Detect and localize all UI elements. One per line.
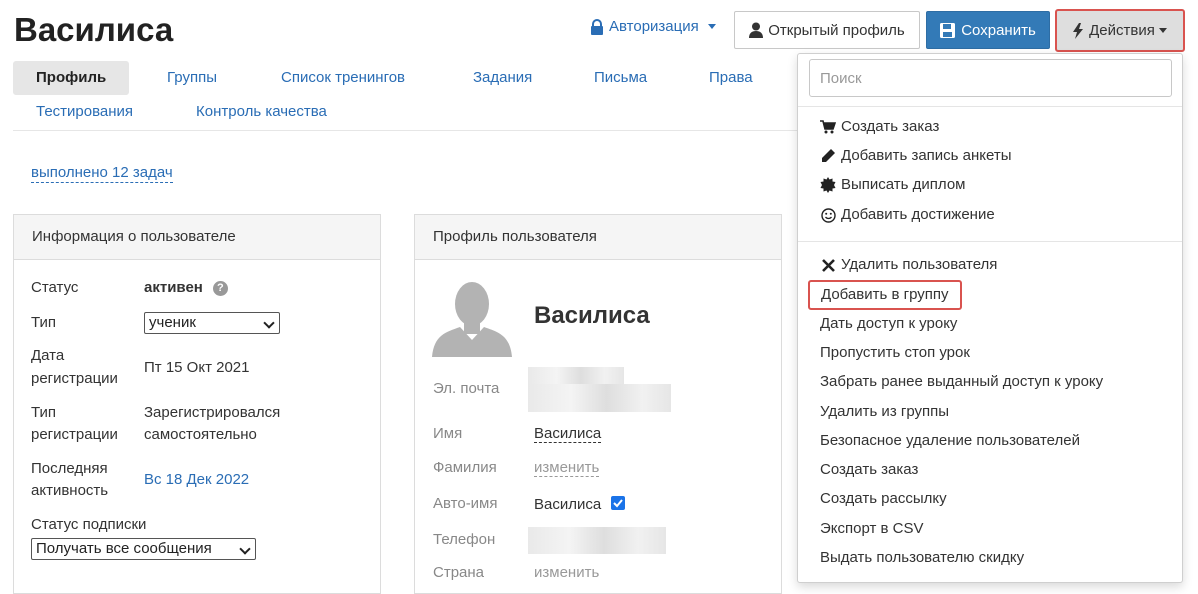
menu-item-create-order-2[interactable]: Создать заказ <box>820 459 918 481</box>
page-title: Василиса <box>14 11 174 48</box>
menu-item-label: Добавить достижение <box>841 206 995 223</box>
country-edit-link[interactable]: изменить <box>534 564 599 581</box>
tab-groups[interactable]: Группы <box>167 61 217 95</box>
menu-item-add-to-group[interactable]: Добавить в группу <box>808 280 962 310</box>
tab-quality-control[interactable]: Контроль качества <box>196 95 327 129</box>
caret-down-icon <box>1158 28 1167 33</box>
chevron-down-icon <box>239 543 251 555</box>
reg-type-value-1: Зарегистрировался <box>144 404 281 421</box>
status-text: активен <box>144 279 203 296</box>
menu-divider <box>798 106 1182 107</box>
close-icon <box>820 258 836 272</box>
lock-icon <box>591 18 603 35</box>
last-activity-label-1: Последняя <box>31 460 108 477</box>
type-select-value: ученик <box>149 314 196 331</box>
actions-dropdown-menu: Создать заказ Добавить запись анкеты Вып… <box>797 53 1183 583</box>
last-name-label: Фамилия <box>433 459 497 476</box>
subscription-label: Статус подписки <box>31 516 147 533</box>
last-activity-label-2: активность <box>31 482 109 499</box>
menu-item-create-mailing[interactable]: Создать рассылку <box>820 488 947 510</box>
profile-name: Василиса <box>534 302 650 329</box>
user-info-heading: Информация о пользователе <box>14 215 380 260</box>
subscription-select[interactable]: Получать все сообщения <box>31 538 256 560</box>
status-label: Статус <box>31 279 79 296</box>
menu-item-issue-diploma[interactable]: Выписать диплом <box>820 174 965 196</box>
open-profile-button[interactable]: Открытый профиль <box>734 11 920 49</box>
save-button[interactable]: Сохранить <box>926 11 1050 49</box>
pencil-icon <box>820 148 836 164</box>
type-select[interactable]: ученик <box>144 312 280 334</box>
country-label: Страна <box>433 564 485 581</box>
open-profile-label: Открытый профиль <box>768 21 905 39</box>
reg-type-label-1: Тип <box>31 404 57 421</box>
auto-name-checkbox[interactable] <box>611 496 625 510</box>
actions-button[interactable]: Действия <box>1055 9 1185 52</box>
first-name-label: Имя <box>433 425 463 442</box>
reg-date-label-2: регистрации <box>31 370 118 387</box>
menu-item-label: Выписать диплом <box>841 176 966 193</box>
help-icon[interactable]: ? <box>212 280 228 296</box>
email-redacted <box>528 367 624 384</box>
tab-trainings[interactable]: Список тренингов <box>281 61 405 95</box>
tab-profile[interactable]: Профиль <box>13 61 130 95</box>
auth-dropdown[interactable]: Авторизация <box>590 18 716 35</box>
actions-label: Действия <box>1089 22 1155 39</box>
menu-item-create-order[interactable]: Создать заказ <box>820 116 939 138</box>
menu-item-delete-user[interactable]: Удалить пользователя <box>820 254 997 276</box>
email-redacted-2 <box>528 384 671 412</box>
menu-item-grant-lesson-access[interactable]: Дать доступ к уроку <box>820 313 957 335</box>
tab-rights[interactable]: Права <box>709 61 753 95</box>
menu-item-label: Создать заказ <box>841 118 940 135</box>
last-name-edit-link[interactable]: изменить <box>534 459 600 477</box>
chevron-down-icon <box>263 317 275 329</box>
smile-icon <box>820 207 836 223</box>
reg-type-label-2: регистрации <box>31 426 118 443</box>
menu-item-export-csv[interactable]: Экспорт в CSV <box>820 518 924 540</box>
type-label: Тип <box>31 314 57 331</box>
menu-item-label: Удалить пользователя <box>841 256 998 273</box>
menu-divider <box>798 241 1182 242</box>
caret-down-icon <box>707 24 716 29</box>
first-name-value[interactable]: Василиса <box>534 425 602 443</box>
bolt-icon <box>1073 22 1084 39</box>
menu-item-add-survey-record[interactable]: Добавить запись анкеты <box>820 145 1012 167</box>
tab-letters[interactable]: Письма <box>594 61 647 95</box>
menu-item-skip-stop-lesson[interactable]: Пропустить стоп урок <box>820 342 970 364</box>
menu-item-label: Добавить запись анкеты <box>841 147 1012 164</box>
menu-item-safe-delete-users[interactable]: Безопасное удаление пользователей <box>820 430 1080 452</box>
menu-item-remove-from-group[interactable]: Удалить из группы <box>820 401 949 423</box>
user-icon <box>749 22 764 38</box>
cart-icon <box>820 120 836 134</box>
last-activity-link[interactable]: Вс 18 Дек 2022 <box>144 469 249 491</box>
certificate-icon <box>820 177 836 193</box>
menu-item-give-discount[interactable]: Выдать пользователю скидку <box>820 547 1024 569</box>
tasks-completed-link[interactable]: выполнено 12 задач <box>31 164 173 183</box>
reg-date-label-1: Дата <box>31 347 65 364</box>
email-label: Эл. почта <box>433 380 500 397</box>
tab-tests[interactable]: Тестирования <box>36 95 133 129</box>
menu-item-revoke-lesson-access[interactable]: Забрать ранее выданный доступ к уроку <box>820 371 1103 393</box>
auto-name-label: Авто-имя <box>433 495 498 512</box>
actions-search-input[interactable] <box>809 59 1172 97</box>
phone-redacted <box>528 527 666 554</box>
phone-label: Телефон <box>433 531 496 548</box>
check-icon <box>613 499 623 508</box>
floppy-icon <box>940 22 956 38</box>
avatar-placeholder-icon <box>432 282 512 357</box>
auto-name-value: Василиса <box>534 496 602 513</box>
tabs-divider <box>13 130 798 131</box>
subscription-select-value: Получать все сообщения <box>36 540 212 557</box>
tab-tasks[interactable]: Задания <box>473 61 532 95</box>
menu-item-add-achievement[interactable]: Добавить достижение <box>820 204 995 226</box>
avatar <box>432 280 512 357</box>
reg-type-value-2: самостоятельно <box>144 426 257 443</box>
profile-heading: Профиль пользователя <box>415 215 781 260</box>
reg-date-value: Пт 15 Окт 2021 <box>144 359 250 376</box>
auth-label: Авторизация <box>609 18 699 35</box>
status-value: активен? <box>144 277 228 299</box>
save-label: Сохранить <box>961 21 1036 39</box>
